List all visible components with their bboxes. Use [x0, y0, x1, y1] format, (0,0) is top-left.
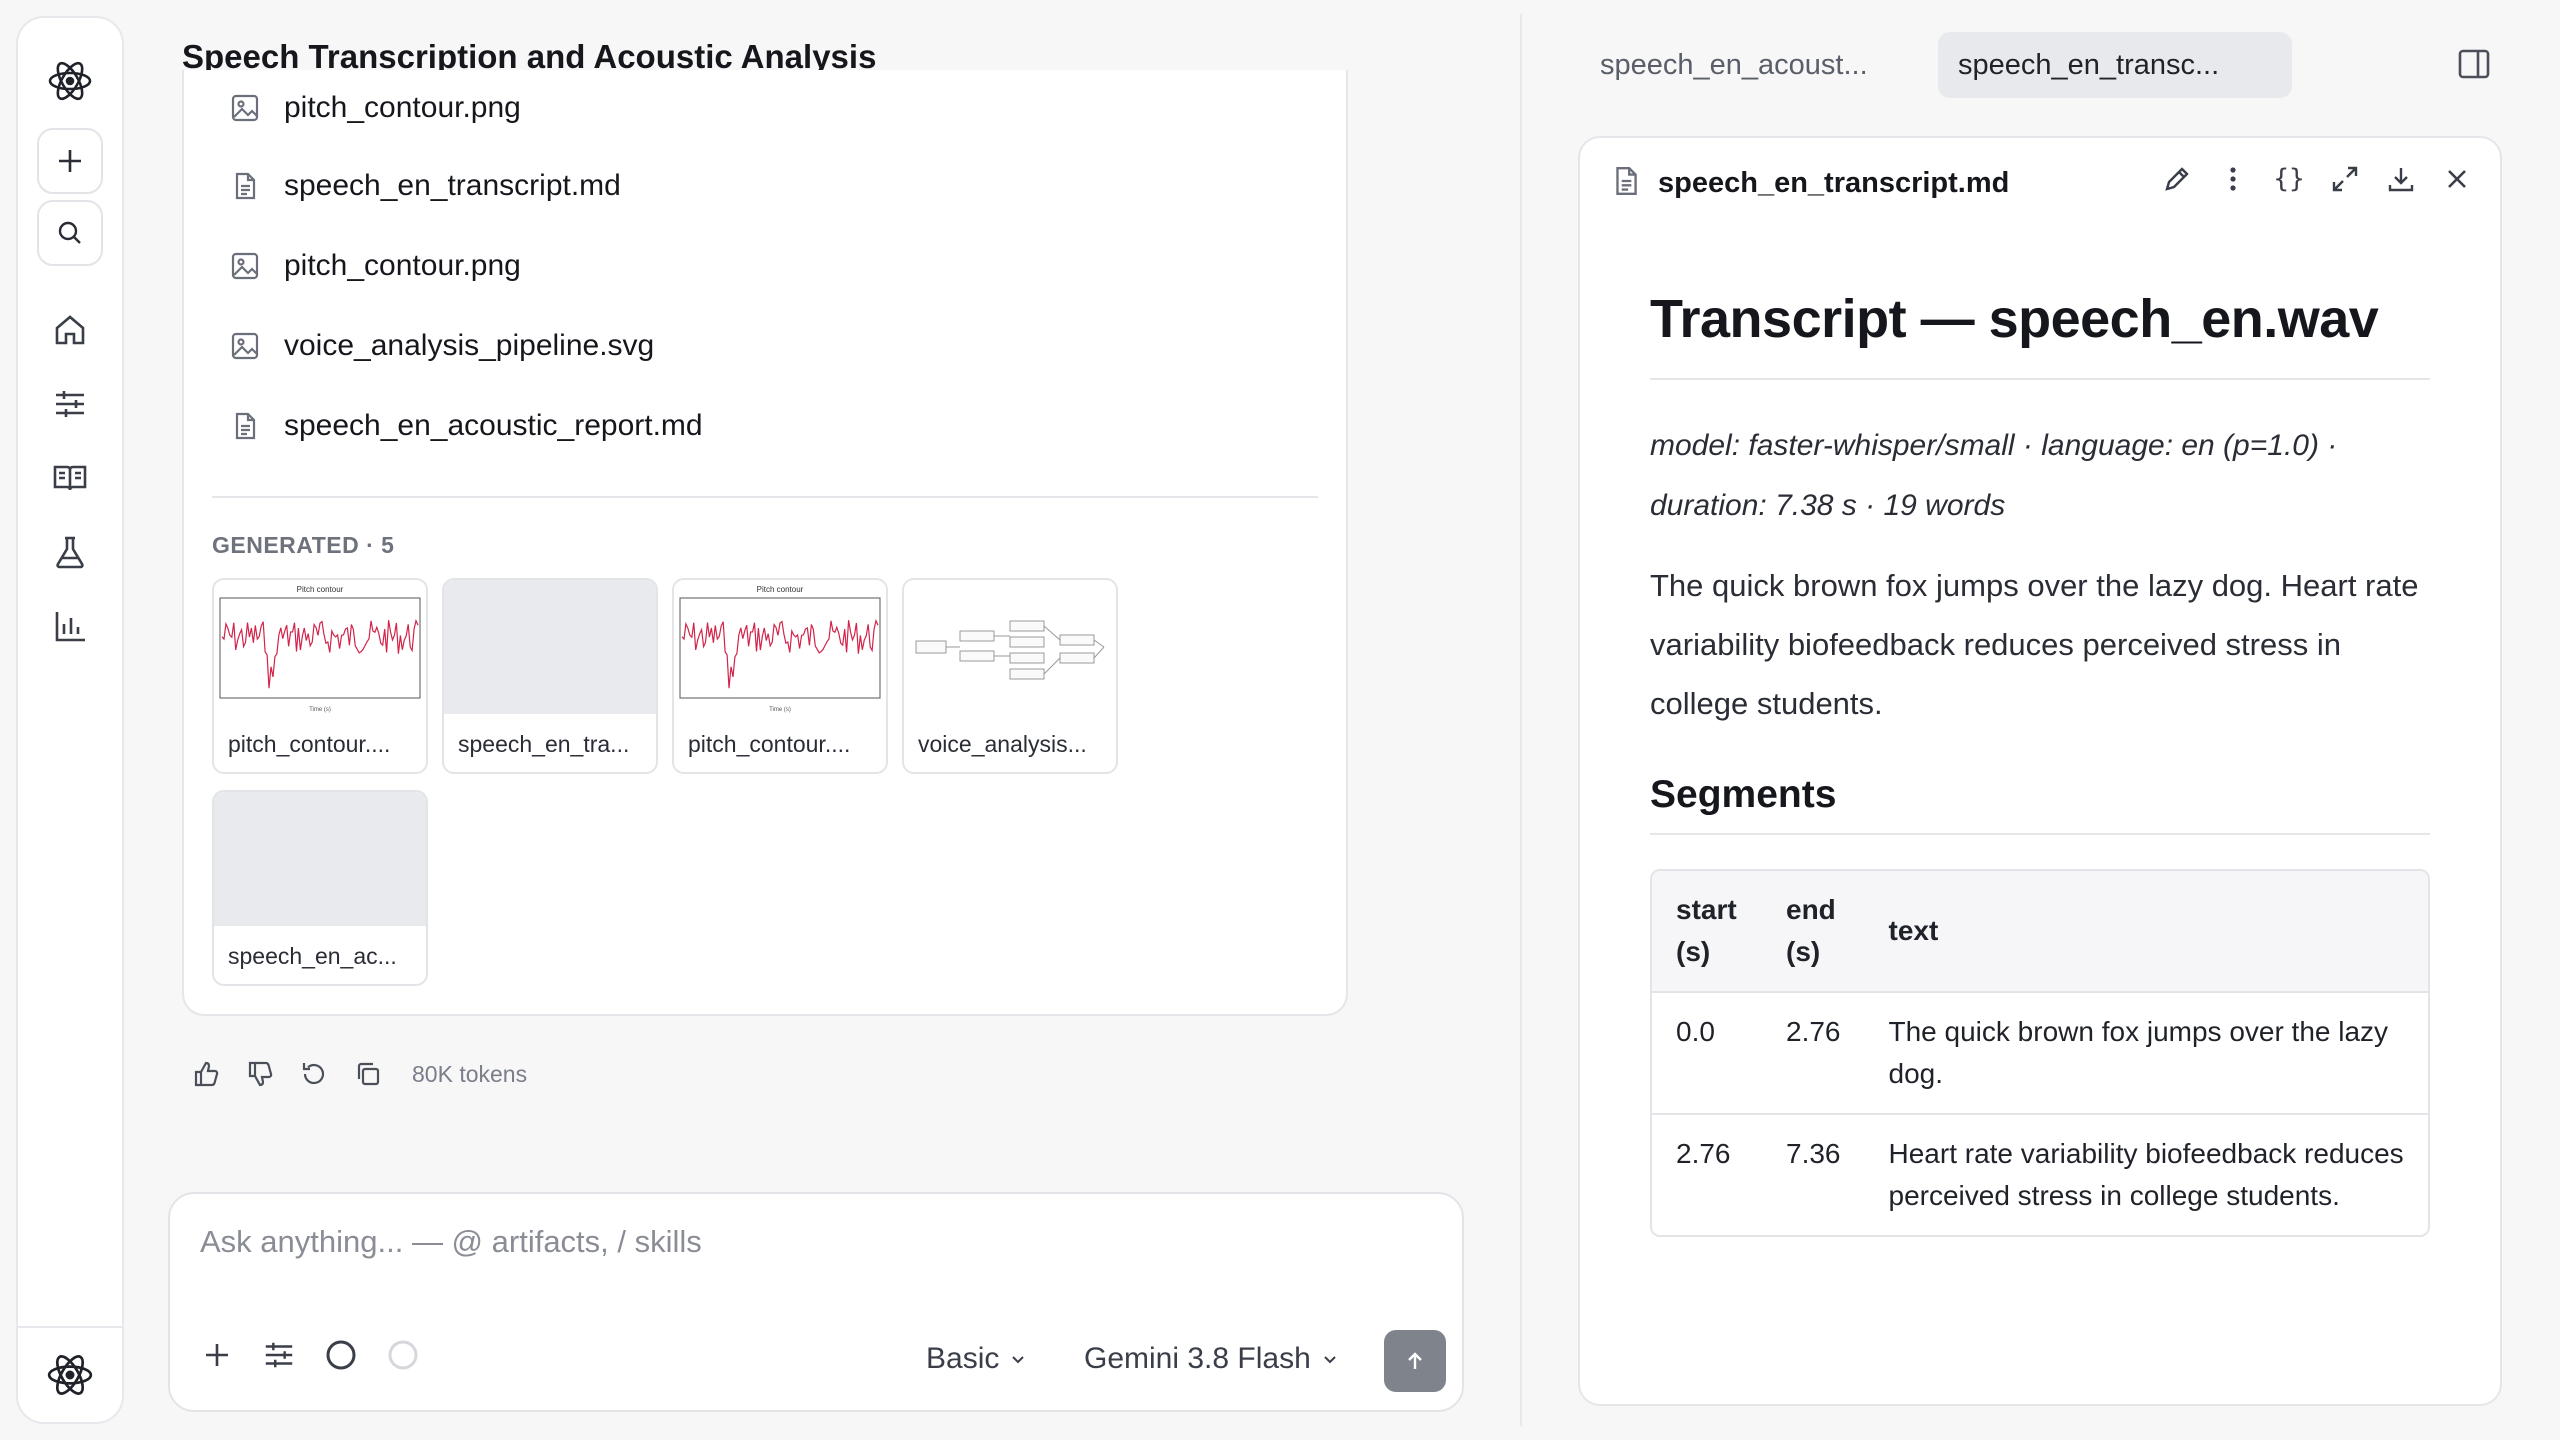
file-row[interactable]: speech_en_acoustic_report.md — [228, 404, 703, 448]
file-row[interactable]: pitch_contour.png — [228, 86, 521, 130]
pitch-chart-thumbnail: Pitch contour Time (s) — [214, 580, 426, 714]
image-icon — [228, 329, 262, 363]
thumbs-up-icon[interactable] — [190, 1058, 222, 1090]
settings-sliders-icon[interactable] — [262, 1338, 296, 1372]
document-thumbnail — [444, 580, 656, 714]
meta-line: model: faster-whisper/small · language: … — [1650, 429, 2338, 462]
file-row[interactable]: pitch_contour.png — [228, 244, 521, 288]
bar-chart-icon[interactable] — [50, 606, 90, 646]
table-header: text — [1864, 871, 2428, 991]
sliders-icon[interactable] — [50, 384, 90, 424]
table-header: start (s) — [1652, 871, 1762, 991]
add-icon[interactable] — [200, 1338, 234, 1372]
table-cell: 2.76 — [1762, 991, 1865, 1113]
table-header: end (s) — [1762, 871, 1865, 991]
artifact-viewer: speech_en_transcript.md {} Transcript — … — [1578, 136, 2502, 1406]
artifacts-card: pitch_contour.png speech_en_transcript.m… — [182, 70, 1348, 1016]
file-name: pitch_contour.png — [284, 249, 521, 282]
file-name: pitch_contour.png — [284, 91, 521, 124]
table-cell: The quick brown fox jumps over the lazy … — [1864, 991, 2428, 1113]
thumbnail-card[interactable]: Pitch contour Time (s) pitch_contour.... — [672, 578, 888, 774]
panel-toggle-icon[interactable] — [2456, 46, 2492, 82]
document-icon — [228, 169, 262, 203]
chevron-down-icon — [1321, 1342, 1339, 1376]
document-icon — [1610, 165, 1642, 202]
model-select[interactable]: Gemini 3.8 Flash — [1084, 1342, 1339, 1376]
left-rail — [16, 16, 124, 1424]
pencil-icon[interactable] — [2160, 162, 2194, 196]
loading-spinner-icon — [386, 1338, 420, 1372]
model-label: Gemini 3.8 Flash — [1084, 1342, 1311, 1375]
table-row: 0.0 2.76 The quick brown fox jumps over … — [1652, 991, 2428, 1113]
thumbnail-caption: pitch_contour.... — [228, 731, 391, 757]
thumbnail-card[interactable]: speech_en_ac... — [212, 790, 428, 986]
copy-icon[interactable] — [352, 1058, 384, 1090]
thumbnail-card[interactable]: speech_en_tra... — [442, 578, 658, 774]
thumbnail-caption: speech_en_tra... — [458, 731, 630, 757]
viewer-filename: speech_en_transcript.md — [1658, 166, 2010, 199]
tab-acoustic-report[interactable]: speech_en_acoust... — [1580, 32, 1880, 98]
file-name: speech_en_acoustic_report.md — [284, 409, 703, 442]
download-icon[interactable] — [2384, 162, 2418, 196]
retry-icon[interactable] — [298, 1058, 330, 1090]
table-cell: 2.76 — [1652, 1113, 1762, 1235]
message-actions: 80K tokens — [190, 1058, 527, 1090]
send-button[interactable] — [1384, 1330, 1446, 1392]
thumb-chart-title: Pitch contour — [757, 585, 804, 594]
file-name: voice_analysis_pipeline.svg — [284, 329, 655, 362]
composer: Ask anything... — @ artifacts, / skills … — [168, 1192, 1464, 1412]
segments-heading: Segments — [1650, 773, 2430, 835]
generated-label: GENERATED · 5 — [212, 532, 395, 558]
mode-select[interactable]: Basic — [926, 1342, 1027, 1376]
token-count: 80K tokens — [412, 1060, 528, 1087]
thumbnail-card[interactable]: Pitch contour Time (s) pitch_contour.... — [212, 578, 428, 774]
message-input[interactable]: Ask anything... — @ artifacts, / skills — [200, 1224, 702, 1260]
tab-transcript[interactable]: speech_en_transc... — [1938, 32, 2292, 98]
table-cell: Heart rate variability biofeedback reduc… — [1864, 1113, 2428, 1235]
close-icon[interactable] — [2440, 162, 2474, 196]
book-icon[interactable] — [50, 458, 90, 498]
transcript-body: The quick brown fox jumps over the lazy … — [1650, 568, 2419, 721]
flask-icon[interactable] — [50, 532, 90, 572]
thumbnail-caption: voice_analysis... — [918, 731, 1087, 757]
document-title: Transcript — speech_en.wav — [1650, 288, 2430, 380]
transcript-meta: model: faster-whisper/small · language: … — [1650, 416, 2430, 536]
circle-icon[interactable] — [324, 1338, 358, 1372]
thumbnail-caption: pitch_contour.... — [688, 731, 851, 757]
diagram-thumbnail — [904, 580, 1116, 714]
code-icon[interactable]: {} — [2272, 162, 2306, 196]
image-icon — [228, 91, 262, 125]
segments-table: start (s) end (s) text 0.0 2.76 The quic… — [1650, 869, 2430, 1237]
table-cell: 7.36 — [1762, 1113, 1865, 1235]
pitch-chart-thumbnail: Pitch contour Time (s) — [674, 580, 886, 714]
table-row: 2.76 7.36 Heart rate variability biofeed… — [1652, 1113, 2428, 1235]
new-chat-button[interactable] — [37, 128, 103, 194]
thumb-chart-title: Pitch contour — [297, 585, 344, 594]
mode-label: Basic — [926, 1342, 1000, 1375]
chevron-down-icon — [1009, 1342, 1027, 1376]
meta-line: duration: 7.38 s · 19 words — [1650, 489, 2006, 522]
file-row[interactable]: speech_en_transcript.md — [228, 164, 621, 208]
document-thumbnail — [214, 792, 426, 926]
file-row[interactable]: voice_analysis_pipeline.svg — [228, 324, 654, 368]
thumbnail-caption: speech_en_ac... — [228, 943, 397, 969]
more-icon[interactable] — [2216, 162, 2250, 196]
image-icon — [228, 249, 262, 283]
thumbs-down-icon[interactable] — [244, 1058, 276, 1090]
search-button[interactable] — [37, 200, 103, 266]
markdown-document: Transcript — speech_en.wav model: faster… — [1650, 288, 2430, 1237]
atom-bottom-icon[interactable] — [45, 1350, 95, 1400]
thumb-axis-label: Time (s) — [309, 707, 331, 713]
expand-icon[interactable] — [2328, 162, 2362, 196]
document-icon — [228, 409, 262, 443]
file-name: speech_en_transcript.md — [284, 169, 621, 202]
home-icon[interactable] — [50, 310, 90, 350]
thumbnail-card[interactable]: voice_analysis... — [902, 578, 1118, 774]
table-cell: 0.0 — [1652, 991, 1762, 1113]
atom-logo-icon[interactable] — [45, 56, 95, 106]
thumb-axis-label: Time (s) — [769, 707, 791, 713]
